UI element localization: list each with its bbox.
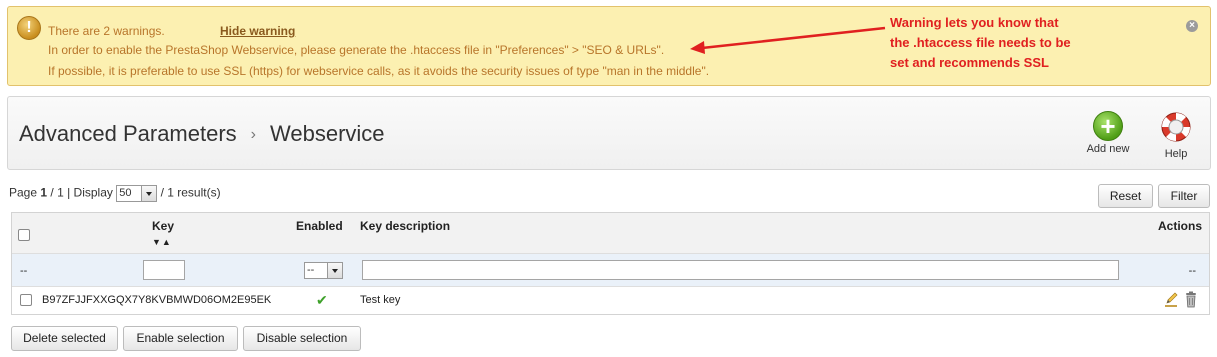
column-key-description: Key description xyxy=(360,219,451,233)
chevron-down-icon xyxy=(327,263,342,278)
actions-filter-placeholder: -- xyxy=(1188,265,1196,277)
current-page: 1 xyxy=(40,185,48,200)
warning-htaccess-message: In order to enable the PrestaShop Webser… xyxy=(48,43,665,57)
hide-warning-link[interactable]: Hide warning xyxy=(220,24,295,38)
breadcrumb-parent[interactable]: Advanced Parameters xyxy=(19,121,237,146)
add-new-label: Add new xyxy=(1086,143,1130,155)
select-all-checkbox[interactable] xyxy=(18,229,30,241)
delete-selected-button[interactable]: Delete selected xyxy=(11,326,118,351)
enabled-filter-select[interactable]: -- xyxy=(304,262,343,279)
warning-count: There are 2 warnings. xyxy=(48,24,165,38)
chevron-down-icon xyxy=(141,186,157,201)
disable-selection-button[interactable]: Disable selection xyxy=(243,326,361,351)
warning-ssl-message: If possible, it is preferable to use SSL… xyxy=(48,64,710,78)
reset-button[interactable]: Reset xyxy=(1098,184,1153,208)
breadcrumb-separator-icon: › xyxy=(250,126,256,143)
breadcrumb: Advanced Parameters › Webservice xyxy=(19,121,385,147)
page-total-display: / 1 | Display xyxy=(50,185,113,200)
add-new-button[interactable]: + Add new xyxy=(1082,111,1134,155)
column-enabled: Enabled xyxy=(296,219,343,233)
annotation-line-2: the .htaccess file needs to be xyxy=(890,35,1071,50)
table-header: Key ▼▲ Enabled Key description Actions xyxy=(12,213,1209,254)
row-checkbox[interactable] xyxy=(20,294,32,306)
pagination: Page 1 / 1 | Display 50 / 1 result(s) xyxy=(9,185,221,202)
column-key[interactable]: Key xyxy=(152,219,174,233)
description-filter-input[interactable] xyxy=(362,260,1119,280)
filter-button[interactable]: Filter xyxy=(1158,184,1210,208)
annotation-line-1: Warning lets you know that xyxy=(890,15,1059,30)
results-count: / 1 result(s) xyxy=(160,185,221,200)
sort-arrows-icon[interactable]: ▼▲ xyxy=(152,237,172,247)
lifebuoy-icon xyxy=(1161,112,1191,142)
page-title: Webservice xyxy=(270,121,385,146)
delete-trash-icon[interactable] xyxy=(1185,291,1197,308)
enable-selection-button[interactable]: Enable selection xyxy=(123,326,238,351)
filter-select-placeholder: -- xyxy=(20,265,28,277)
key-filter-input[interactable] xyxy=(143,260,185,280)
webservice-keys-table: Key ▼▲ Enabled Key description Actions -… xyxy=(11,212,1210,315)
page-label: Page xyxy=(9,185,38,200)
warning-icon: ! xyxy=(17,16,41,40)
annotation-text: Warning lets you know that the .htaccess… xyxy=(890,13,1071,73)
filter-row: -- -- -- xyxy=(12,254,1209,287)
per-page-select[interactable]: 50 xyxy=(116,185,158,202)
row-description: Test key xyxy=(360,294,401,306)
column-actions: Actions xyxy=(1157,219,1202,233)
help-label: Help xyxy=(1164,148,1188,160)
row-key[interactable]: B97ZFJJFXXGQX7Y8KVBMWD06OM2E95EK xyxy=(42,294,271,306)
edit-pencil-icon[interactable] xyxy=(1164,292,1178,308)
annotation-arrow-icon xyxy=(690,26,886,54)
enabled-check-icon[interactable]: ✔ xyxy=(316,292,328,309)
page-toolbar: Advanced Parameters › Webservice + Add new… xyxy=(7,96,1211,170)
add-icon: + xyxy=(1093,111,1123,141)
enabled-filter-value: -- xyxy=(307,264,315,276)
table-row[interactable]: B97ZFJJFXXGQX7Y8KVBMWD06OM2E95EK ✔ Test … xyxy=(12,288,1209,314)
help-button[interactable]: Help xyxy=(1156,111,1196,160)
close-icon[interactable]: × xyxy=(1186,20,1198,32)
per-page-value: 50 xyxy=(119,187,132,199)
annotation-line-3: set and recommends SSL xyxy=(890,55,1049,70)
